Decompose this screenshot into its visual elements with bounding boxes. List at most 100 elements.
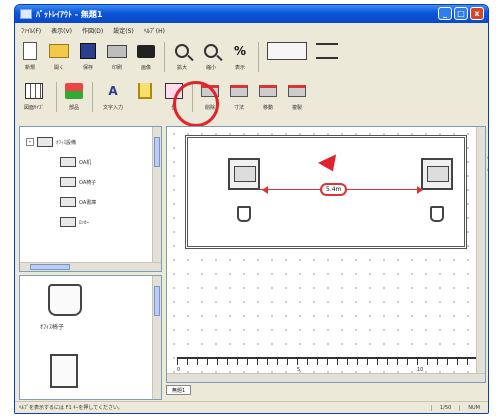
tree-item-desk[interactable]: OA机 [60,157,91,167]
ruler [177,357,477,367]
chair-icon [60,177,76,187]
zoom-in-label: 拡大 [176,65,187,71]
dimension-icon [230,85,248,97]
display-button[interactable]: % 表示 [227,40,253,78]
dimension-label: 寸法 [233,105,244,111]
arrow-left-icon [258,186,268,194]
print-label: 印刷 [111,65,122,71]
tree-item-label: OA椅子 [79,179,97,186]
category-icon [37,137,53,147]
menu-file[interactable]: ﾌｧｲﾙ(F) [21,25,41,38]
status-help-text: ﾍﾙﾌﾟを表示するには F1 ｷｰを押してください。 [19,405,123,411]
menu-draw[interactable]: 作図(D) [82,25,103,38]
chair-right[interactable] [430,206,444,222]
open-button[interactable]: 開く [46,40,72,78]
minimize-button[interactable]: _ [438,7,452,20]
chart-icon [267,42,307,60]
status-scale: 1/50 [431,404,459,411]
toolbar-separator [258,42,259,72]
menu-settings[interactable]: 設定(S) [113,25,134,38]
window-controls: _ □ x [438,7,484,20]
print-icon [107,44,127,58]
text-input-button[interactable]: A 文字入力 [97,80,129,118]
tree-item-chair[interactable]: OA椅子 [60,177,96,187]
tree-item-locker[interactable]: ﾛｯｶｰ [60,217,89,227]
canvas-vertical-scrollbar[interactable] [476,127,485,382]
new-button[interactable]: 新規 [17,40,43,78]
pointer-tool-icon[interactable]: ↖ [487,130,488,138]
toolbar-separator [92,82,93,112]
camera-icon [137,44,155,58]
menu-help[interactable]: ﾍﾙﾌﾟ(H) [144,25,165,38]
drawing-size-button[interactable]: 図面ｻｲｽﾞ [17,80,51,118]
tree-item-label: OA机 [79,159,92,166]
parts-label: 部品 [68,105,79,111]
tree-root-label: ｵﾌｨｽ設備 [56,139,77,146]
main-toolbar: 新規 開く 保存 印刷 画像 拡大 縮小 % 表示 [17,40,487,78]
close-button[interactable]: x [470,7,484,20]
desk-left[interactable] [228,158,260,190]
graph-button[interactable] [263,40,311,78]
app-icon [20,9,32,19]
palette-vertical-scrollbar[interactable] [152,276,161,399]
tree-horizontal-scrollbar[interactable] [20,262,161,271]
list-icon [316,43,338,59]
scroll-thumb[interactable] [154,137,160,167]
list-button[interactable] [314,40,340,78]
canvas-horizontal-scrollbar[interactable] [167,373,485,382]
chair-tool-icon [138,83,152,99]
menu-bar: ﾌｧｲﾙ(F) 表示(V) 作図(D) 設定(S) ﾍﾙﾌﾟ(H) [17,25,165,38]
parts-tree: - ｵﾌｨｽ設備 OA机 OA椅子 OA書庫 ﾛｯｶｰ [19,126,162,272]
tree-item-cabinet[interactable]: OA書庫 [60,197,96,207]
toolbar-separator [164,42,165,72]
locker-icon [60,217,76,227]
hand-tool-icon[interactable]: ✋ [487,142,488,150]
scroll-thumb[interactable] [30,264,70,270]
image-button[interactable]: 画像 [133,40,159,78]
zoom-in-icon [175,44,189,58]
chair-tool-button[interactable] [132,80,158,118]
tree-root[interactable]: - ｵﾌｨｽ設備 [26,137,76,147]
maximize-button[interactable]: □ [454,7,468,20]
collapse-icon[interactable]: - [26,138,34,146]
dimension-label[interactable]: 5.4m [320,183,348,196]
tree-vertical-scrollbar[interactable] [152,127,161,271]
menu-view[interactable]: 表示(V) [51,25,72,38]
toolbar-separator [56,82,57,112]
status-bar: ﾍﾙﾌﾟを表示するには F1 ｷｰを押してください。 1/50 NUM [15,401,488,413]
zoom-out-button[interactable]: 縮小 [198,40,224,78]
copy-button[interactable]: 複製 [284,80,310,118]
drawing-size-label: 図面ｻｲｽﾞ [23,105,44,111]
cabinet-part[interactable] [50,354,78,388]
new-doc-icon [23,42,37,60]
status-num: NUM [459,404,488,411]
save-disk-icon [80,43,96,59]
copy-label: 複製 [291,105,302,111]
magnify-tool-icon[interactable]: ⌕ [487,166,488,174]
scroll-thumb[interactable] [154,286,160,316]
zoom-out-icon [204,44,218,58]
room-outline[interactable]: 5.4m [185,135,467,249]
zoom-in-button[interactable]: 拡大 [169,40,195,78]
save-label: 保存 [82,65,93,71]
tab-untitled[interactable]: 無題1 [166,385,192,395]
zoom-tool-icon[interactable]: ⌕ [487,154,488,162]
text-input-label: 文字入力 [102,105,123,111]
save-button[interactable]: 保存 [75,40,101,78]
office-chair-part[interactable] [48,284,82,316]
drawing-canvas[interactable]: 5.4m 0 5 10 [166,126,486,383]
text-icon: A [108,84,118,98]
dimension-button[interactable]: 寸法 [226,80,252,118]
display-label: 表示 [234,65,245,71]
ratio-icon: % [233,44,247,58]
move-icon [259,85,277,97]
tree-item-label: OA書庫 [79,199,97,206]
parts-button[interactable]: 部品 [61,80,87,118]
draw-toolbar: 図面ｻｲｽﾞ 部品 A 文字入力 壁 削除 寸法 移動 複製 [17,80,487,118]
desk-icon [60,157,76,167]
app-window: ﾊﾟｯﾄﾚｲｱｳﾄ - 無題1 _ □ x ﾌｧｲﾙ(F) 表示(V) 作図(D… [14,4,489,414]
open-folder-icon [49,44,69,58]
move-button[interactable]: 移動 [255,80,281,118]
print-button[interactable]: 印刷 [104,40,130,78]
chair-left[interactable] [237,206,251,222]
